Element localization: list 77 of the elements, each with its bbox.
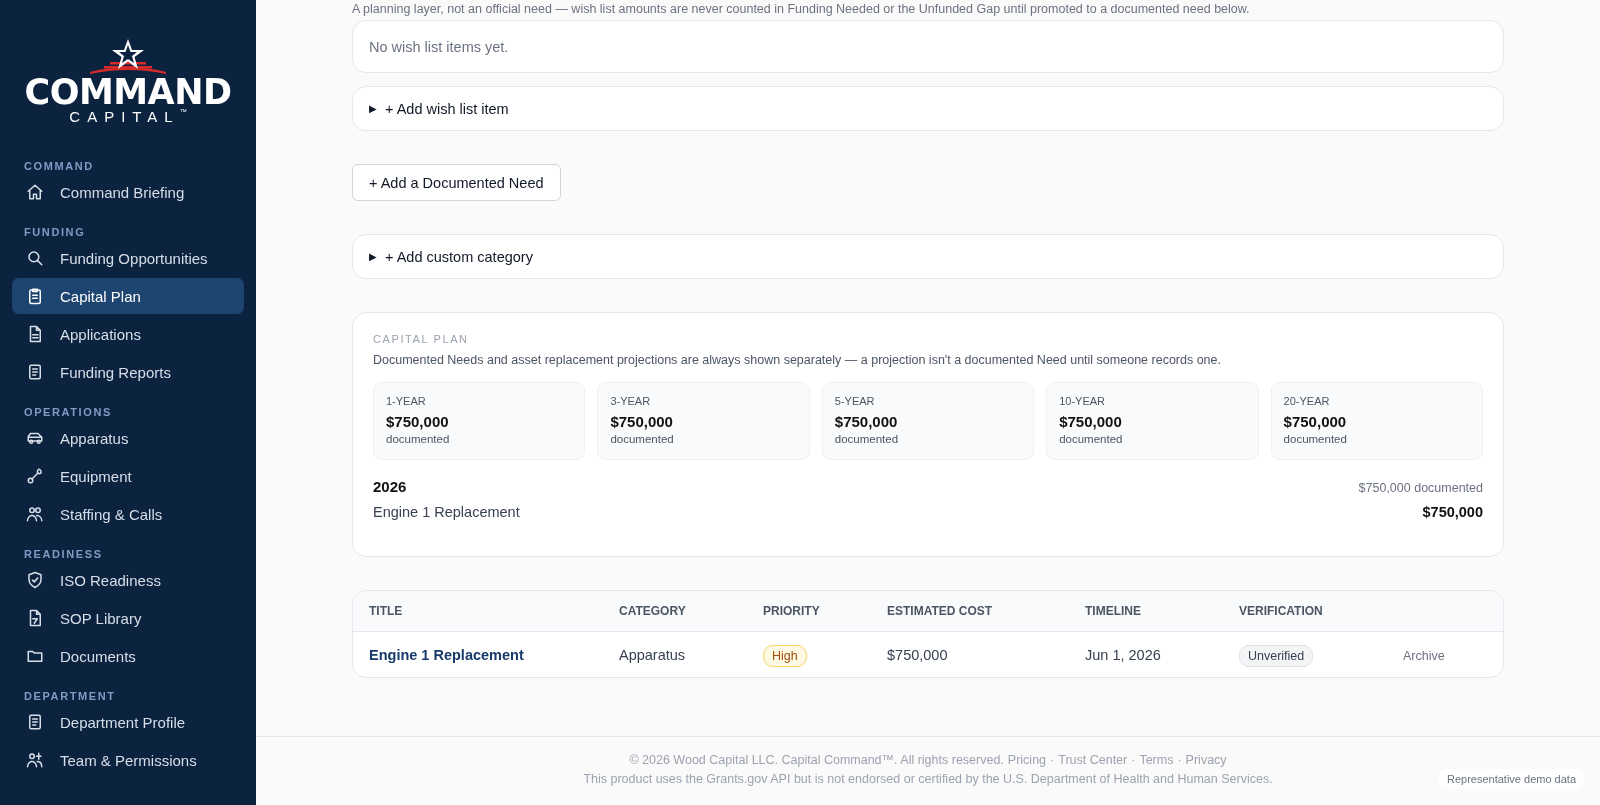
sidebar-section-heading: FUNDING xyxy=(23,226,87,238)
horizon-label: 10-YEAR xyxy=(1059,395,1107,407)
horizon-amount: $750,000 xyxy=(1059,413,1123,430)
clipboard-icon xyxy=(26,287,44,305)
separator-dot: · xyxy=(1131,753,1136,767)
disclosure-triangle-icon: ▶ xyxy=(369,251,377,262)
copyright-text: © 2026 Wood Capital LLC. Capital Command™. All rights reserved. xyxy=(629,753,1004,767)
column-header: VERIFICATION xyxy=(1223,591,1387,632)
logo-wordmark: COMMAND xyxy=(24,76,232,108)
year-total: $750,000 documented xyxy=(1358,481,1483,495)
horizon-note: documented xyxy=(1283,433,1348,445)
add-wish-list-disclosure[interactable]: ▶ + Add wish list item xyxy=(352,86,1504,131)
horizon-amount: $750,000 xyxy=(610,413,674,430)
sidebar-item[interactable]: Documents xyxy=(12,638,244,674)
table-cell: $750,000 xyxy=(887,646,948,663)
sidebar-item[interactable]: Funding Opportunities xyxy=(12,240,244,276)
section-heading: CAPITAL PLAN xyxy=(373,333,470,345)
sidebar-section-heading: DEPARTMENT xyxy=(23,690,117,702)
horizon-amount: $750,000 xyxy=(834,413,899,430)
sidebar-item[interactable]: Capital Plan xyxy=(12,278,244,314)
horizon-label: 20-YEAR xyxy=(1283,395,1331,407)
horizon-label: 3-YEAR xyxy=(610,395,652,407)
table-cell: Jun 1, 2026 xyxy=(1085,646,1161,663)
house-icon xyxy=(26,183,44,201)
sidebar-section-heading: READINESS xyxy=(23,548,104,560)
table-cell: Apparatus xyxy=(619,646,686,663)
column-header: TIMELINE xyxy=(1069,591,1223,632)
disclaimer-text: This product uses the Grants.gov API but is not endorsed or certified by the U.S. Department of Health and Human Services. xyxy=(583,772,1273,786)
verification-badge: Unverified xyxy=(1239,644,1314,667)
disclosure-triangle-icon: ▶ xyxy=(369,103,377,114)
logo-subtitle: CAPITAL xyxy=(69,108,180,126)
separator-dot: · xyxy=(1050,753,1055,767)
sidebar-item[interactable]: Equipment xyxy=(12,458,244,494)
add-documented-need-button[interactable]: + Add a Documented Need xyxy=(352,164,561,201)
column-header: CATEGORY xyxy=(603,591,747,632)
horizon-amount: $750,000 xyxy=(1283,413,1348,430)
archive-button[interactable]: Archive xyxy=(1403,648,1445,663)
sidebar-section-heading: COMMAND xyxy=(23,160,95,172)
horizon-note: documented xyxy=(1059,433,1124,445)
sidebar-section-heading: OPERATIONS xyxy=(23,406,113,418)
section-description: Documented Needs and asset replacement projections are always shown separately — a projection isn't a documented Need until someone records one. xyxy=(373,353,1222,367)
people-icon xyxy=(26,751,44,769)
sidebar-item[interactable]: Department Profile xyxy=(12,704,244,740)
sidebar-item[interactable]: Applications xyxy=(12,316,244,352)
horizon-note: documented xyxy=(834,433,900,445)
plan-item-amount: $750,000 xyxy=(1422,504,1483,520)
people-icon xyxy=(26,505,44,523)
plan-item-title: Engine 1 Replacement xyxy=(373,504,520,520)
sidebar-item[interactable]: Command Briefing xyxy=(12,174,244,210)
sidebar-item[interactable]: SOP Library xyxy=(12,600,244,636)
search-icon xyxy=(26,249,44,267)
separator-dot: · xyxy=(1177,753,1182,767)
demo-data-badge: Representative demo data xyxy=(1438,769,1584,789)
horizon-label: 1-YEAR xyxy=(386,395,427,407)
need-title-link[interactable]: Engine 1 Replacement xyxy=(369,646,524,663)
sidebar-item[interactable]: ISO Readiness xyxy=(12,562,244,598)
sidebar-item[interactable]: Staffing & Calls xyxy=(12,496,244,532)
wish-list-empty-message: No wish list items yet. xyxy=(352,20,1504,73)
disclosure-label: + Add wish list item xyxy=(385,100,509,117)
add-custom-category-disclosure[interactable]: ▶ + Add custom category xyxy=(352,234,1504,279)
horizon-note: documented xyxy=(610,433,675,445)
wish-list-note: A planning layer, not an official need — wish list amounts are never counted in Funding Needed or the Unfunded Gap until promoted to a documented need below. xyxy=(352,2,1251,16)
disclosure-label: + Add custom category xyxy=(385,248,533,265)
priority-badge: High xyxy=(763,644,807,667)
sidebar-item[interactable]: Apparatus xyxy=(12,420,244,456)
shield-check-icon xyxy=(26,571,44,589)
horizon-note: documented xyxy=(386,433,451,445)
sidebar-item[interactable]: Team & Permissions xyxy=(12,742,244,778)
document-lines-icon xyxy=(26,713,44,731)
column-header: PRIORITY xyxy=(747,591,871,632)
horizon-amount: $750,000 xyxy=(386,413,450,430)
document-lines-icon xyxy=(26,363,44,381)
sidebar-item[interactable]: Funding Reports xyxy=(12,354,244,390)
column-header: TITLE xyxy=(353,591,603,632)
horizon-label: 5-YEAR xyxy=(834,395,876,407)
year-label: 2026 xyxy=(373,478,407,495)
column-header: ESTIMATED COST xyxy=(871,591,1069,632)
